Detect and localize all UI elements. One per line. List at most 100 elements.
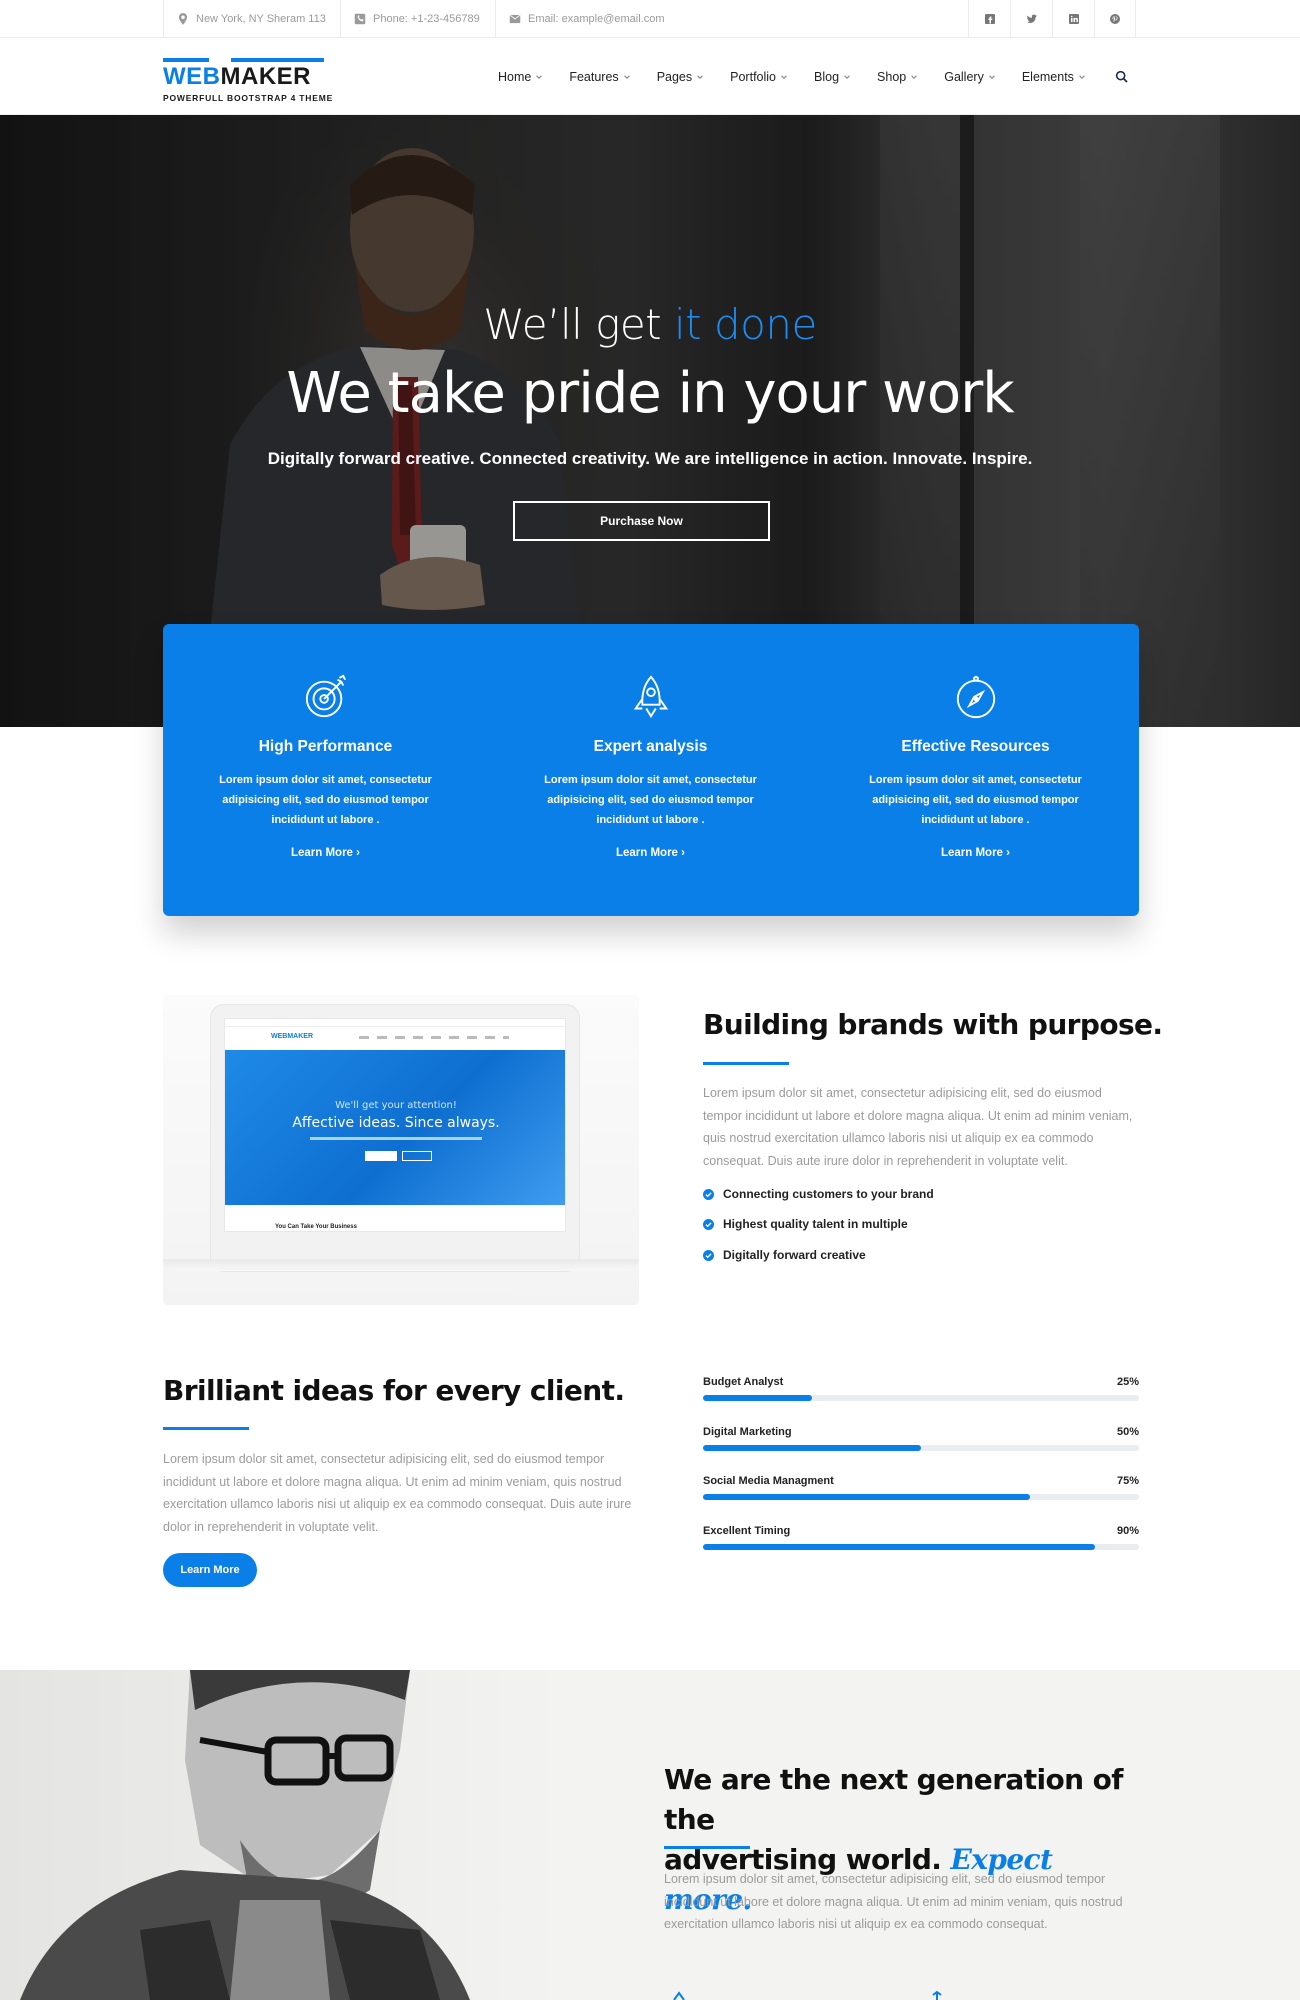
twitter-link[interactable] <box>1010 0 1052 38</box>
preview-logo: WEBMAKER <box>271 1033 313 1040</box>
hero-kicker-plain: We’ll get <box>483 300 674 349</box>
feature-title: High Performance <box>258 738 393 755</box>
feature-item: High Performance Lorem ipsum dolor sit a… <box>163 624 488 916</box>
nav-item-label: Pages <box>656 69 693 84</box>
laptop-base <box>163 1259 639 1271</box>
nav-item-shop[interactable]: Shop <box>877 70 918 84</box>
generation-title-line1: We are the next generation of the <box>664 1763 1123 1836</box>
ideas-title: Brilliant ideas for every client. <box>163 1374 625 1407</box>
nav-item-pages[interactable]: Pages <box>657 70 704 84</box>
hero-kicker: We’ll get it done <box>0 300 1300 349</box>
pinterest-link[interactable] <box>1094 0 1136 38</box>
address-info: New York, NY Sheram 113 <box>163 0 338 38</box>
check-item: Connecting customers to your brand <box>703 1187 934 1201</box>
check-item-label: Connecting customers to your brand <box>723 1187 934 1201</box>
nav-item-label: Blog <box>814 69 840 84</box>
generation-underline <box>664 1846 750 1849</box>
nav-item-blog[interactable]: Blog <box>814 70 851 84</box>
nav-item-features[interactable]: Features <box>569 70 630 84</box>
features-card: High Performance Lorem ipsum dolor sit a… <box>163 624 1139 916</box>
nav-item-label: Elements <box>1021 69 1074 84</box>
phone-icon <box>354 13 366 25</box>
skill-name: Digital Marketing <box>703 1426 792 1438</box>
skill-track <box>703 1445 1139 1451</box>
linkedin-link[interactable] <box>1052 0 1094 38</box>
skill-percent: 90% <box>1116 1525 1139 1537</box>
logo-word-maker: MAKER <box>220 63 311 90</box>
chevron-right-icon: › <box>681 847 686 859</box>
linkedin-icon <box>1068 14 1079 24</box>
chevron-right-icon: › <box>356 847 361 859</box>
check-item: Highest quality talent in multiple <box>703 1217 908 1231</box>
learn-more-link[interactable]: Learn More › <box>488 847 813 859</box>
feature-text: Lorem ipsum dolor sit amet, consectetur … <box>869 774 1082 826</box>
skill-track <box>703 1544 1139 1550</box>
laptop-mockup-image: WEBMAKER We'll get your attention! Affec… <box>163 995 639 1305</box>
preview-button <box>365 1151 397 1161</box>
email-info: Email: example@email.com <box>495 0 677 38</box>
chevron-down-icon <box>536 74 543 79</box>
skill-track <box>703 1494 1139 1500</box>
envelope-icon <box>509 14 521 24</box>
preview-topbar <box>225 1019 565 1027</box>
check-circle-icon <box>703 1218 714 1230</box>
nav-item-gallery[interactable]: Gallery <box>944 70 996 84</box>
ideas-text: Lorem ipsum dolor sit amet, consectetur … <box>163 1452 632 1534</box>
skill-percent: 50% <box>1116 1426 1139 1438</box>
nav-item-label: Home <box>498 69 532 84</box>
nav-item-label: Shop <box>877 69 907 84</box>
generation-text: Lorem ipsum dolor sit amet, consectetur … <box>664 1872 1123 1931</box>
skill-fill <box>703 1445 921 1451</box>
chevron-down-icon <box>781 74 787 79</box>
brands-underline <box>703 1062 789 1065</box>
address-text: New York, NY Sheram 113 <box>196 13 326 25</box>
twitter-icon <box>1026 14 1037 23</box>
learn-more-link[interactable]: Learn More › <box>813 847 1138 859</box>
skill-name: Excellent Timing <box>703 1525 791 1537</box>
logo-bar <box>163 58 209 62</box>
chevron-down-icon <box>989 74 995 79</box>
brands-text: Lorem ipsum dolor sit amet, consectetur … <box>703 1086 1133 1168</box>
check-circle-icon <box>703 1249 714 1261</box>
compass-icon <box>956 675 996 719</box>
phone-info: Phone: +1-23-456789 <box>340 0 492 38</box>
ideas-underline <box>163 1427 249 1430</box>
feature-item: Expert analysis Lorem ipsum dolor sit am… <box>488 624 813 916</box>
hero-subtitle: Digitally forward creative. Connected cr… <box>267 449 1033 468</box>
nav-item-portfolio[interactable]: Portfolio <box>730 70 788 84</box>
site-header: WEBMAKER POWERFULL BOOTSTRAP 4 THEME Hom… <box>0 38 1300 115</box>
partial-icon <box>932 1990 942 2000</box>
target-icon <box>305 674 347 718</box>
preview-nav <box>359 1036 509 1039</box>
nav-item-home[interactable]: Home <box>498 70 543 84</box>
purchase-now-button[interactable]: Purchase Now <box>513 501 770 541</box>
skill-name: Budget Analyst <box>703 1376 784 1388</box>
nav-item-label: Features <box>569 69 619 84</box>
chevron-down-icon <box>844 74 850 79</box>
learn-more-button[interactable]: Learn More <box>163 1553 257 1587</box>
search-icon[interactable] <box>1114 69 1130 85</box>
chevron-down-icon <box>697 74 703 79</box>
skill-fill <box>703 1544 1096 1550</box>
learn-more-label: Learn More <box>940 847 1003 859</box>
preview-kicker: We'll get your attention! <box>335 1100 457 1111</box>
hero-kicker-highlight: it done <box>674 300 817 349</box>
logo-wordmark: WEBMAKER <box>163 63 311 91</box>
check-circle-icon <box>703 1188 714 1200</box>
facebook-link[interactable] <box>968 0 1010 38</box>
nav-item-elements[interactable]: Elements <box>1022 70 1086 84</box>
preview-subtitle-line <box>310 1137 482 1140</box>
email-text: Email: example@email.com <box>528 13 665 25</box>
feature-item: Effective Resources Lorem ipsum dolor si… <box>813 624 1138 916</box>
brands-title: Building brands with purpose. <box>703 1008 1163 1041</box>
learn-more-link[interactable]: Learn More › <box>163 847 488 859</box>
logo-tagline: POWERFULL BOOTSTRAP 4 THEME <box>163 93 334 103</box>
skill-name: Social Media Managment <box>703 1475 834 1487</box>
check-item: Digitally forward creative <box>703 1248 866 1262</box>
nav-item-label: Gallery <box>944 69 984 84</box>
generation-section: We are the next generation of the advert… <box>0 1670 1300 2000</box>
top-bar: New York, NY Sheram 113 Phone: +1-23-456… <box>0 0 1300 38</box>
skill-track <box>703 1395 1139 1401</box>
chevron-down-icon <box>623 74 630 79</box>
preview-footer-text: You Can Take Your Business <box>275 1224 357 1230</box>
